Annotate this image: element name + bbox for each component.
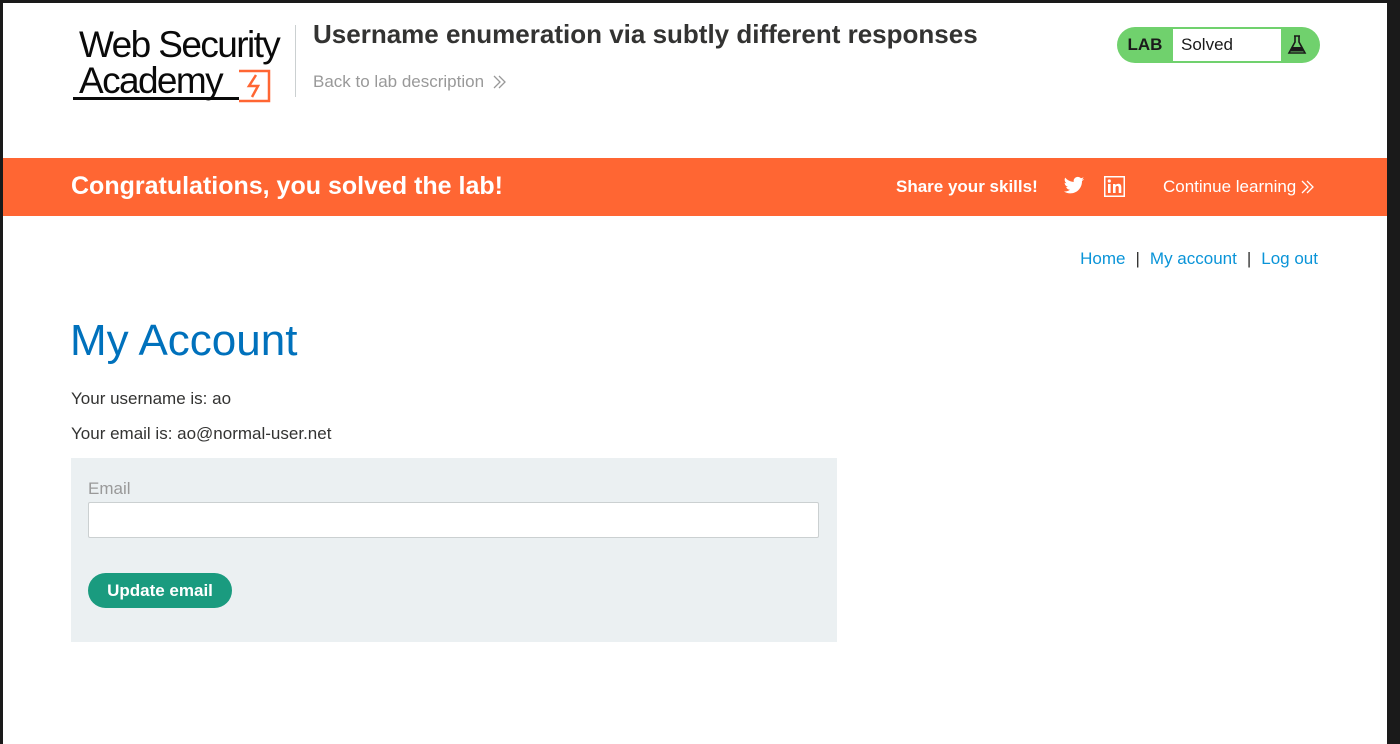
congratulations-message: Congratulations, you solved the lab! xyxy=(71,172,503,200)
double-chevron-right-icon xyxy=(1301,180,1315,194)
header-divider xyxy=(295,25,296,97)
nav-separator: | xyxy=(1135,249,1140,268)
email-label: Email xyxy=(88,479,131,498)
my-account-link[interactable]: My account xyxy=(1150,249,1237,269)
logo-line-1: Web Security xyxy=(79,24,281,65)
log-out-link[interactable]: Log out xyxy=(1261,249,1318,269)
logo-underline xyxy=(73,97,239,100)
logo-line-2: Academy xyxy=(79,60,224,101)
twitter-icon[interactable] xyxy=(1063,176,1085,196)
back-to-lab-description-link[interactable]: Back to lab description xyxy=(313,72,506,92)
lab-title: Username enumeration via subtly differen… xyxy=(313,19,978,49)
continue-learning-link[interactable]: Continue learning xyxy=(1163,177,1315,197)
change-email-form: Email Update email xyxy=(71,458,837,642)
back-link-label: Back to lab description xyxy=(313,72,485,91)
email-input[interactable] xyxy=(88,502,819,538)
academy-header: Web Security Academy Username enumeratio… xyxy=(3,3,1387,158)
linkedin-icon[interactable] xyxy=(1104,176,1125,197)
web-security-academy-logo[interactable]: Web Security Academy xyxy=(73,25,297,107)
lab-status-label: LAB xyxy=(1127,35,1163,54)
lab-solved-banner: Congratulations, you solved the lab! Sha… xyxy=(3,158,1387,216)
continue-learning-label: Continue learning xyxy=(1163,177,1297,196)
share-skills-label: Share your skills! xyxy=(896,177,1038,196)
username-line: Your username is: ao xyxy=(71,389,232,408)
page-title: My Account xyxy=(70,316,298,365)
email-line: Your email is: ao@normal-user.net xyxy=(71,424,332,443)
lab-status-badge: LAB Solved xyxy=(1117,27,1320,63)
flask-icon xyxy=(1287,35,1307,54)
lab-status-state: Solved xyxy=(1173,29,1281,61)
nav-separator: | xyxy=(1246,249,1252,268)
double-chevron-right-icon xyxy=(493,75,506,89)
home-link[interactable]: Home xyxy=(1080,249,1125,269)
top-links: Home | My account | Log out xyxy=(1080,249,1318,269)
update-email-button[interactable]: Update email xyxy=(88,573,232,608)
